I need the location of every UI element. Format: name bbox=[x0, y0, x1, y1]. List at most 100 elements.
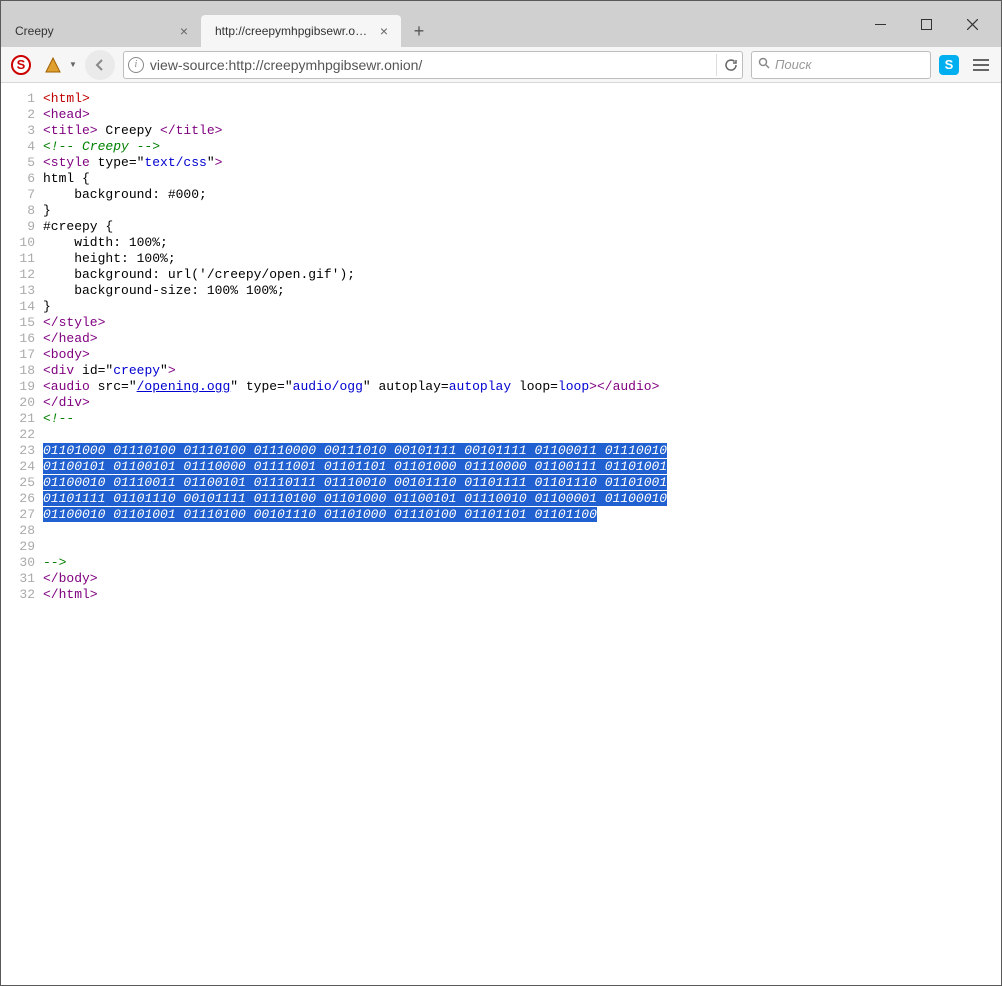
source-line: 2601101111 01101110 00101111 01110100 01… bbox=[1, 491, 1001, 507]
line-code[interactable]: </div> bbox=[43, 395, 1001, 411]
source-line: 19<audio src="/opening.ogg" type="audio/… bbox=[1, 379, 1001, 395]
line-code[interactable]: <!-- Creepy --> bbox=[43, 139, 1001, 155]
close-icon[interactable]: × bbox=[377, 24, 391, 38]
line-number: 20 bbox=[1, 395, 43, 411]
skype-extension-button[interactable]: S bbox=[935, 51, 963, 79]
line-number: 14 bbox=[1, 299, 43, 315]
line-number: 10 bbox=[1, 235, 43, 251]
cookie-extension-button[interactable] bbox=[39, 51, 67, 79]
source-line: 8} bbox=[1, 203, 1001, 219]
line-code[interactable]: 01100101 01100101 01110000 01111001 0110… bbox=[43, 459, 1001, 475]
line-code[interactable]: background: #000; bbox=[43, 187, 1001, 203]
source-line: 2501100010 01110011 01100101 01110111 01… bbox=[1, 475, 1001, 491]
source-line: 3<title> Creepy </title> bbox=[1, 123, 1001, 139]
line-code[interactable]: </style> bbox=[43, 315, 1001, 331]
minimize-button[interactable] bbox=[857, 9, 903, 39]
line-code[interactable] bbox=[43, 539, 1001, 555]
line-number: 16 bbox=[1, 331, 43, 347]
line-number: 24 bbox=[1, 459, 43, 475]
line-code[interactable]: } bbox=[43, 299, 1001, 315]
source-line: 1<html> bbox=[1, 91, 1001, 107]
line-code[interactable]: <div id="creepy"> bbox=[43, 363, 1001, 379]
line-number: 17 bbox=[1, 347, 43, 363]
close-icon[interactable]: × bbox=[177, 24, 191, 38]
source-line: 17<body> bbox=[1, 347, 1001, 363]
line-code[interactable]: width: 100%; bbox=[43, 235, 1001, 251]
line-number: 2 bbox=[1, 107, 43, 123]
line-code[interactable]: --> bbox=[43, 555, 1001, 571]
line-number: 21 bbox=[1, 411, 43, 427]
line-code[interactable]: <head> bbox=[43, 107, 1001, 123]
tab-1[interactable]: Creepy × bbox=[1, 15, 201, 47]
source-line: 10 width: 100%; bbox=[1, 235, 1001, 251]
source-line: 31</body> bbox=[1, 571, 1001, 587]
line-code[interactable] bbox=[43, 523, 1001, 539]
line-code[interactable]: 01100010 01110011 01100101 01110111 0111… bbox=[43, 475, 1001, 491]
line-code[interactable]: 01100010 01101001 01110100 00101110 0110… bbox=[43, 507, 1001, 523]
source-line: 30--> bbox=[1, 555, 1001, 571]
source-line: 7 background: #000; bbox=[1, 187, 1001, 203]
line-code[interactable]: </html> bbox=[43, 587, 1001, 603]
line-number: 1 bbox=[1, 91, 43, 107]
line-code[interactable]: <audio src="/opening.ogg" type="audio/og… bbox=[43, 379, 1001, 395]
page-source-viewer[interactable]: 1<html>2<head>3<title> Creepy </title>4<… bbox=[1, 83, 1001, 985]
line-code[interactable] bbox=[43, 427, 1001, 443]
back-arrow-icon bbox=[93, 58, 107, 72]
source-line: 18<div id="creepy"> bbox=[1, 363, 1001, 379]
line-code[interactable]: 01101000 01110100 01110100 01110000 0011… bbox=[43, 443, 1001, 459]
line-code[interactable]: #creepy { bbox=[43, 219, 1001, 235]
source-line: 29 bbox=[1, 539, 1001, 555]
line-code[interactable]: <body> bbox=[43, 347, 1001, 363]
source-line: 4<!-- Creepy --> bbox=[1, 139, 1001, 155]
noscript-extension-button[interactable]: S bbox=[7, 51, 35, 79]
url-text: view-source:http://creepymhpgibsewr.onio… bbox=[150, 57, 710, 73]
line-code[interactable]: <style type="text/css"> bbox=[43, 155, 1001, 171]
toolbar: S ▼ i view-source:http://creepymhpgibsew… bbox=[1, 47, 1001, 83]
line-number: 9 bbox=[1, 219, 43, 235]
source-line: 13 background-size: 100% 100%; bbox=[1, 283, 1001, 299]
line-code[interactable]: </head> bbox=[43, 331, 1001, 347]
reload-button[interactable] bbox=[716, 54, 738, 76]
line-number: 15 bbox=[1, 315, 43, 331]
line-code[interactable]: height: 100%; bbox=[43, 251, 1001, 267]
maximize-button[interactable] bbox=[903, 9, 949, 39]
source-line: 32</html> bbox=[1, 587, 1001, 603]
line-code[interactable]: } bbox=[43, 203, 1001, 219]
tab-2[interactable]: http://creepymhpgibsewr.oni... × bbox=[201, 15, 401, 47]
close-button[interactable] bbox=[949, 9, 995, 39]
source-line: 2<head> bbox=[1, 107, 1001, 123]
line-code[interactable]: <html> bbox=[43, 91, 1001, 107]
line-code[interactable]: background-size: 100% 100%; bbox=[43, 283, 1001, 299]
line-number: 32 bbox=[1, 587, 43, 603]
line-number: 5 bbox=[1, 155, 43, 171]
line-code[interactable]: background: url('/creepy/open.gif'); bbox=[43, 267, 1001, 283]
url-bar[interactable]: i view-source:http://creepymhpgibsewr.on… bbox=[123, 51, 743, 79]
back-button[interactable] bbox=[85, 50, 115, 80]
tab-label: Creepy bbox=[15, 24, 171, 38]
tab-strip: Creepy × http://creepymhpgibsewr.oni... … bbox=[1, 1, 857, 47]
line-code[interactable]: 01101111 01101110 00101111 01110100 0110… bbox=[43, 491, 1001, 507]
source-line: 6html { bbox=[1, 171, 1001, 187]
source-line: 28 bbox=[1, 523, 1001, 539]
source-line: 15</style> bbox=[1, 315, 1001, 331]
menu-button[interactable] bbox=[967, 51, 995, 79]
line-number: 12 bbox=[1, 267, 43, 283]
new-tab-button[interactable]: + bbox=[405, 17, 433, 45]
source-line: 2301101000 01110100 01110100 01110000 00… bbox=[1, 443, 1001, 459]
line-number: 8 bbox=[1, 203, 43, 219]
line-number: 19 bbox=[1, 379, 43, 395]
line-number: 28 bbox=[1, 523, 43, 539]
line-number: 11 bbox=[1, 251, 43, 267]
line-code[interactable]: html { bbox=[43, 171, 1001, 187]
noscript-icon: S bbox=[11, 55, 31, 75]
line-code[interactable]: <title> Creepy </title> bbox=[43, 123, 1001, 139]
titlebar: Creepy × http://creepymhpgibsewr.oni... … bbox=[1, 1, 1001, 47]
line-number: 31 bbox=[1, 571, 43, 587]
search-bar[interactable]: Поиск bbox=[751, 51, 931, 79]
chevron-down-icon[interactable]: ▼ bbox=[69, 60, 77, 69]
site-info-icon[interactable]: i bbox=[128, 57, 144, 73]
source-line: 20</div> bbox=[1, 395, 1001, 411]
line-code[interactable]: </body> bbox=[43, 571, 1001, 587]
line-code[interactable]: <!-- bbox=[43, 411, 1001, 427]
source-line: 5<style type="text/css"> bbox=[1, 155, 1001, 171]
